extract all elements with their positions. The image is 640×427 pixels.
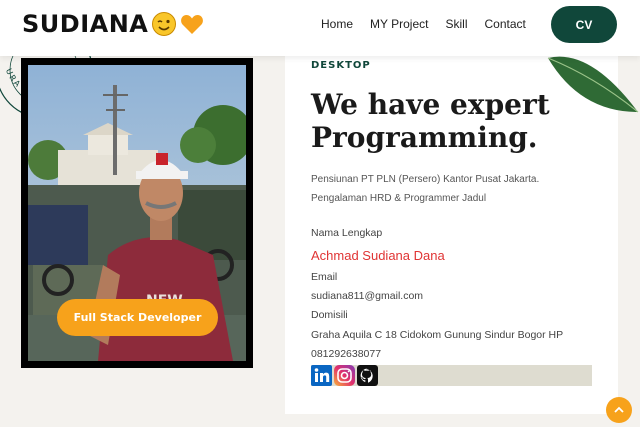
role-badge[interactable]: Full Stack Developer bbox=[57, 299, 218, 336]
brand-name: SUDIANA bbox=[22, 10, 149, 38]
cv-button[interactable]: CV bbox=[551, 6, 617, 43]
chevron-up-icon bbox=[614, 406, 624, 413]
main-nav: Home MY Project Skill Contact bbox=[321, 17, 543, 31]
email-value[interactable]: sudiana811@gmail.com bbox=[311, 290, 423, 302]
domicile-label: Domisili bbox=[311, 309, 348, 321]
section-eyebrow: DESKTOP bbox=[311, 60, 371, 71]
site-header: SUDIANA Home MY Project Skill Contact CV bbox=[0, 0, 640, 56]
phone-value: 081292638077 bbox=[311, 348, 382, 360]
headline-line-1: We have expert bbox=[311, 88, 550, 121]
nav-my-project[interactable]: MY Project bbox=[370, 17, 428, 31]
instagram-icon[interactable] bbox=[334, 365, 355, 386]
social-links bbox=[311, 365, 592, 386]
nav-skill[interactable]: Skill bbox=[445, 17, 467, 31]
linkedin-icon[interactable] bbox=[311, 365, 332, 386]
headline: We have expert Programming. bbox=[311, 88, 571, 154]
headline-line-2: Programming. bbox=[311, 121, 538, 154]
nav-home[interactable]: Home bbox=[321, 17, 353, 31]
nav-contact[interactable]: Contact bbox=[485, 17, 526, 31]
heart-icon bbox=[181, 15, 204, 34]
name-label: Nama Lengkap bbox=[311, 227, 383, 239]
description-line-1: Pensiunan PT PLN (Persero) Kantor Pusat … bbox=[311, 174, 540, 185]
brand-logo[interactable]: SUDIANA bbox=[22, 9, 204, 39]
scroll-to-top-button[interactable] bbox=[606, 397, 632, 423]
description-line-2: Pengalaman HRD & Programmer Jadul bbox=[311, 193, 487, 204]
wink-emoji-icon bbox=[152, 12, 177, 36]
domicile-value: Graha Aquila C 18 Cidokom Gunung Sindur … bbox=[311, 329, 564, 341]
email-label: Email bbox=[311, 271, 338, 283]
github-icon[interactable] bbox=[357, 365, 378, 386]
profile-description: Pensiunan PT PLN (Persero) Kantor Pusat … bbox=[311, 170, 539, 208]
name-value: Achmad Sudiana Dana bbox=[311, 248, 445, 263]
